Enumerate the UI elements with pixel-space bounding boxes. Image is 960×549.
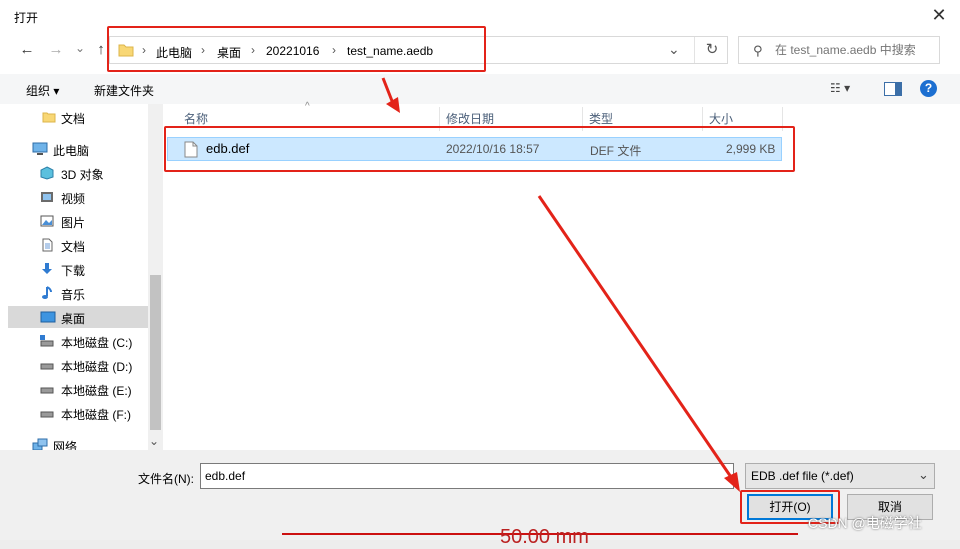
dimension-text: 50.00 mm (500, 526, 589, 548)
annotation-arrowhead (724, 472, 740, 492)
csdn-watermark: CSDN @电磁学社 (808, 515, 922, 531)
annotation-arrows (282, 77, 798, 535)
annotation-arrow (537, 195, 735, 481)
